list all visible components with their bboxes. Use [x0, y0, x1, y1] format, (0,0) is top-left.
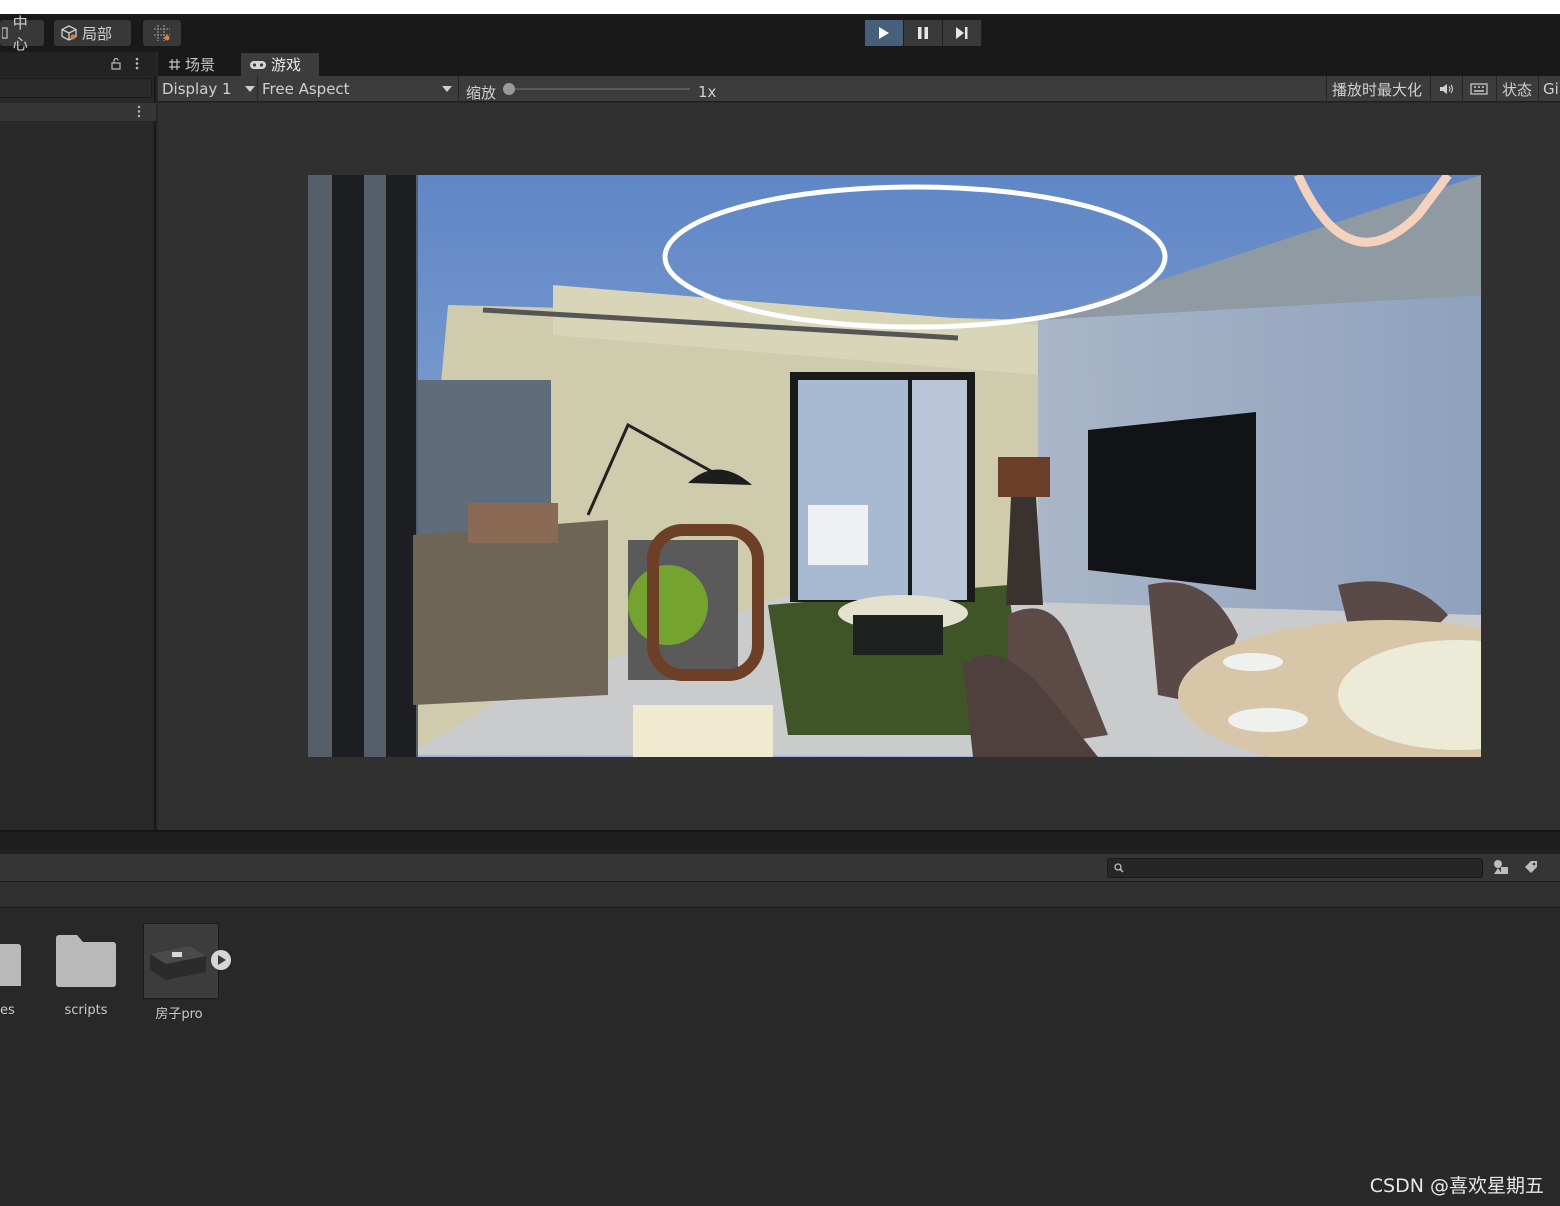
tab-game-label: 游戏: [271, 56, 302, 74]
filter-by-type-icon[interactable]: [1493, 859, 1509, 875]
scale-value: 1x: [698, 83, 717, 101]
scale-label: 缩放: [466, 83, 497, 102]
keyboard-shortcuts-button[interactable]: [1467, 76, 1491, 102]
scale-slider-track[interactable]: [506, 88, 690, 90]
folder-icon[interactable]: [0, 942, 22, 988]
display-dropdown[interactable]: Display 1: [162, 76, 256, 102]
maximize-on-play-button[interactable]: 播放时最大化: [1332, 76, 1428, 102]
aspect-dropdown[interactable]: Free Aspect: [262, 76, 454, 102]
separator: [1496, 76, 1497, 102]
chevron-down-icon: [244, 86, 255, 92]
separator: [1430, 76, 1431, 102]
tab-game[interactable]: 游戏: [241, 53, 319, 76]
separator: [1462, 76, 1463, 102]
window-top-strip: [0, 0, 1560, 14]
play-icon: [879, 27, 889, 39]
hierarchy-header: [0, 52, 156, 76]
rendered-scene-image: [308, 175, 1481, 757]
tab-scene[interactable]: 场景: [160, 53, 240, 76]
step-icon: [956, 27, 968, 39]
play-controls: [865, 20, 983, 46]
asset-label: es: [0, 1003, 15, 1018]
hierarchy-scene-row[interactable]: [0, 103, 156, 121]
play-button[interactable]: [865, 20, 904, 46]
asset-label: 房子pro: [155, 1007, 203, 1022]
hierarchy-search-input[interactable]: [0, 78, 152, 98]
grid-snap-icon: [154, 25, 170, 41]
separator: [1326, 76, 1327, 102]
pivot-icon: [2, 27, 8, 39]
local-label: 局部: [82, 24, 113, 43]
aspect-label: Free Aspect: [262, 80, 350, 98]
gizmos-button[interactable]: Gi: [1543, 76, 1560, 102]
expand-prefab-icon[interactable]: [210, 949, 232, 971]
local-global-button[interactable]: 局部: [54, 20, 131, 46]
pivot-center-button[interactable]: 中心: [0, 14, 44, 53]
separator: [257, 76, 258, 102]
gamepad-icon: [250, 60, 266, 69]
chevron-down-icon: [442, 86, 452, 92]
lock-icon[interactable]: [110, 57, 122, 70]
watermark: CSDN @喜欢星期五: [1369, 1175, 1544, 1197]
display-label: Display 1: [162, 80, 232, 98]
filter-by-label-icon[interactable]: [1524, 860, 1538, 874]
tab-scene-label: 场景: [185, 56, 216, 74]
view-tabs-bar: [158, 52, 1560, 76]
main-toolbar: [0, 14, 1560, 52]
separator: [458, 76, 459, 102]
scene-menu-icon[interactable]: [136, 105, 142, 118]
pause-button[interactable]: [904, 20, 943, 46]
model-prefab-icon: [150, 946, 206, 980]
scale-slider-handle[interactable]: [503, 83, 515, 95]
prefab-thumbnail[interactable]: [143, 923, 219, 999]
speaker-icon: [1440, 84, 1454, 94]
project-breadcrumb-bar: [0, 882, 1560, 908]
stats-button[interactable]: 状态: [1502, 76, 1534, 102]
keyboard-icon: [1470, 83, 1488, 95]
asset-label: scripts: [64, 1003, 108, 1018]
scene-grid-icon: [169, 59, 180, 70]
project-search-input[interactable]: [1107, 858, 1483, 878]
search-icon: [1114, 863, 1124, 873]
kebab-menu-icon[interactable]: [134, 57, 140, 70]
folder-icon[interactable]: [55, 934, 117, 988]
panel-divider: [0, 830, 1560, 854]
grid-snap-button[interactable]: [143, 20, 181, 46]
pause-icon: [918, 27, 928, 39]
mute-audio-button[interactable]: [1436, 76, 1458, 102]
hierarchy-panel: [0, 52, 156, 830]
center-label: 中心: [12, 14, 28, 53]
cube-icon: [61, 25, 77, 41]
separator: [1538, 76, 1539, 102]
game-render-viewport[interactable]: [308, 175, 1481, 757]
step-button[interactable]: [943, 20, 982, 46]
